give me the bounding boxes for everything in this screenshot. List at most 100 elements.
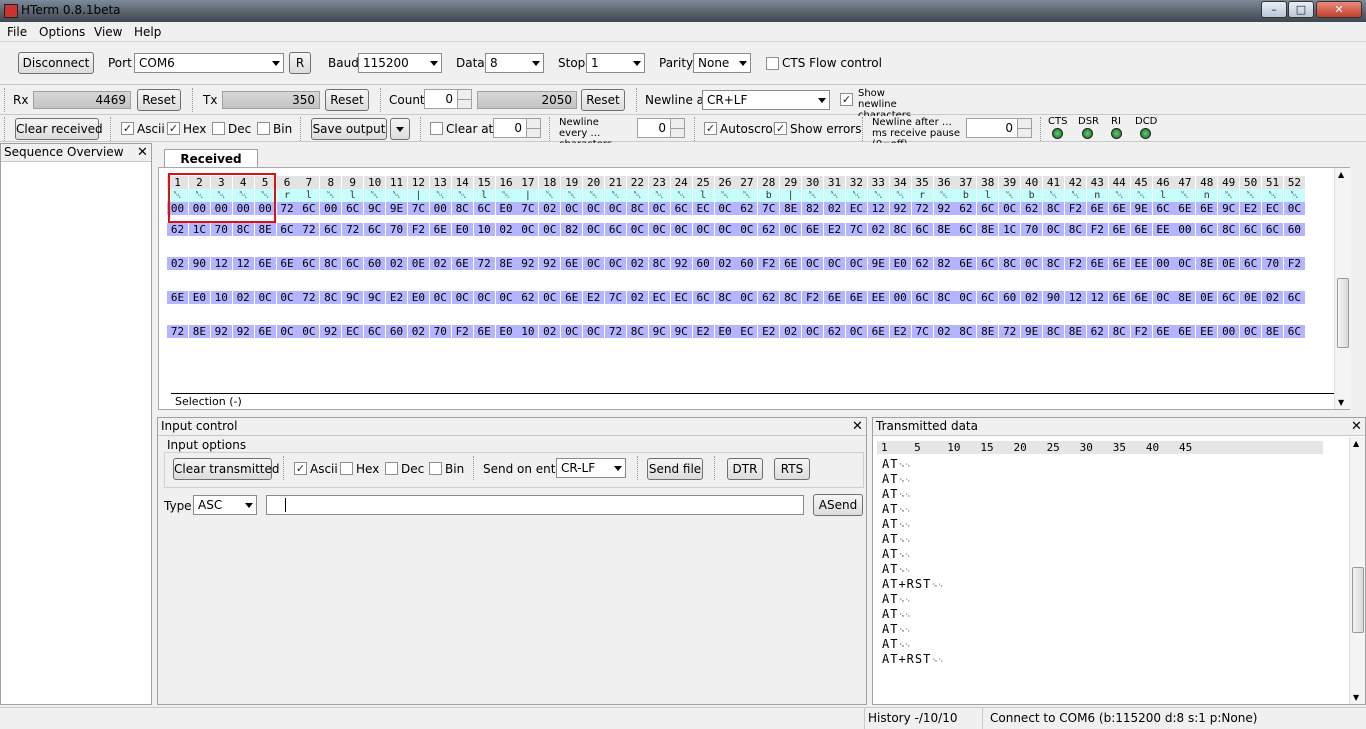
menu-help[interactable]: Help [134, 25, 161, 39]
clear-received-button[interactable]: Clear received [15, 118, 103, 140]
clear-transmitted-button[interactable]: Clear transmitted [173, 458, 279, 480]
hex-cell: 00 [1218, 325, 1240, 338]
rx-reset-button[interactable]: Reset [137, 89, 181, 111]
recv-dec-checkbox[interactable] [212, 122, 225, 135]
parity-select[interactable]: None [693, 53, 751, 73]
crlf-marker: ␍␊ [898, 611, 912, 620]
hex-cell: 8C [780, 291, 802, 304]
hex-cell: 6C [1196, 223, 1218, 236]
hex-cell: 7C [911, 325, 933, 338]
tab-received-data[interactable]: Received Data [164, 149, 258, 184]
hex-cell: E2 [583, 291, 605, 304]
ascii-cell: ␀ [845, 189, 867, 202]
hex-cell: E2 [758, 325, 780, 338]
input-hex-checkbox[interactable] [340, 462, 353, 475]
recv-hex-checkbox[interactable]: ✓ [167, 122, 180, 135]
crlf-marker: ␍␊ [898, 566, 912, 575]
scroll-up-icon[interactable]: ▲ [1353, 439, 1359, 448]
rts-button[interactable]: RTS [774, 458, 810, 480]
hex-cell: 02 [1262, 291, 1283, 304]
asend-button[interactable]: ASend [813, 494, 863, 516]
autoscroll-checkbox[interactable]: ✓ [704, 122, 717, 135]
received-data-view[interactable]: 1 ␀ 00 2 ␀ 00 3 ␀ 00 4 ␀ 00 5 ␀ 00 6 r 72 7 l 6C 8 ␀ 00 9 l 6C 10 ␀ 9… [158, 167, 1350, 410]
transmitted-line: AT␍␊ [882, 622, 911, 636]
ascii-cell: ␀ [1064, 189, 1086, 202]
baud-select[interactable]: 115200 [358, 53, 442, 73]
transmitted-line: AT␍␊ [882, 547, 911, 561]
scroll-thumb[interactable] [1337, 278, 1349, 348]
column-index: 34 [889, 176, 911, 189]
close-button[interactable]: ✕ [1316, 1, 1362, 18]
chevron-down-icon [430, 61, 438, 66]
send-file-button[interactable]: Send file [647, 458, 703, 480]
show-errors-checkbox[interactable]: ✓ [774, 122, 787, 135]
hex-cell: 0C [692, 223, 714, 236]
recv-dec-label: Dec [228, 122, 252, 136]
data-bits-select[interactable]: 8 [485, 53, 544, 73]
menu-view[interactable]: View [94, 25, 122, 39]
input-ascii-checkbox[interactable]: ✓ [294, 462, 307, 475]
scroll-down-icon[interactable]: ▼ [1353, 693, 1359, 702]
hex-cell: 0C [626, 223, 648, 236]
minimize-button[interactable]: – [1261, 1, 1287, 18]
count-reset-button[interactable]: Reset [581, 89, 625, 111]
send-on-enter-select[interactable]: CR-LF [556, 458, 626, 478]
received-scrollbar[interactable]: ▲ ▼ [1334, 168, 1350, 409]
recv-ascii-checkbox[interactable]: ✓ [121, 122, 134, 135]
cts-flow-checkbox[interactable] [766, 57, 779, 70]
hex-cell: 6E [276, 257, 298, 270]
column-index: 33 [867, 176, 889, 189]
disconnect-button[interactable]: Disconnect [18, 52, 94, 74]
ascii-cell: l [298, 189, 320, 202]
hex-cell: 92 [320, 325, 342, 338]
scroll-down-icon[interactable]: ▼ [1338, 398, 1344, 407]
hex-cell: 0E [1196, 291, 1218, 304]
save-output-button[interactable]: Save output [311, 118, 387, 140]
newline-at-select[interactable]: CR+LF [702, 90, 830, 110]
scroll-thumb[interactable] [1352, 567, 1364, 633]
hex-cell: 6E [1086, 202, 1108, 215]
menu-file[interactable]: File [7, 25, 27, 39]
ascii-cell: | [780, 189, 802, 202]
maximize-button[interactable]: □ [1288, 1, 1314, 18]
recv-bin-checkbox[interactable] [257, 122, 270, 135]
tx-reset-button[interactable]: Reset [325, 89, 369, 111]
hex-cell: 6C [1283, 291, 1305, 304]
hex-cell: 60 [364, 257, 386, 270]
transmitted-text: AT [882, 637, 899, 651]
count-stepper[interactable]: 0 [424, 89, 472, 109]
newline-after-stepper[interactable]: 0 [966, 118, 1032, 138]
clear-at-checkbox[interactable] [430, 122, 443, 135]
scroll-up-icon[interactable]: ▲ [1338, 170, 1344, 179]
close-icon[interactable]: ✕ [1351, 420, 1362, 433]
dtr-button[interactable]: DTR [727, 458, 763, 480]
show-newline-checkbox[interactable]: ✓ [840, 93, 853, 106]
send-input[interactable] [266, 495, 804, 515]
transmitted-scrollbar[interactable]: ▲ ▼ [1349, 437, 1365, 704]
save-output-menu-button[interactable] [390, 118, 410, 140]
refresh-ports-button[interactable]: R [289, 52, 311, 74]
hex-cell: 60 [736, 257, 758, 270]
hex-cell: 6C [298, 202, 320, 215]
transmitted-line: AT␍␊ [882, 472, 911, 486]
input-bin-checkbox[interactable] [429, 462, 442, 475]
hex-cell: 0C [1152, 291, 1174, 304]
port-select[interactable]: COM6 [134, 53, 284, 73]
menu-options[interactable]: Options [39, 25, 85, 39]
stop-bits-select[interactable]: 1 [586, 53, 645, 73]
newline-every-stepper[interactable]: 0 [637, 118, 685, 138]
hex-cell: 0C [736, 223, 758, 236]
close-icon[interactable]: ✕ [137, 146, 148, 159]
ascii-cell: n [1086, 189, 1108, 202]
hex-cell: 6C [320, 223, 342, 236]
hex-cell: 1C [999, 223, 1021, 236]
column-index: 17 [517, 176, 539, 189]
clear-at-stepper[interactable]: 0 [493, 118, 541, 138]
type-select[interactable]: ASC [193, 495, 257, 515]
hex-cell: 62 [824, 325, 845, 338]
close-icon[interactable]: ✕ [852, 420, 863, 433]
ascii-cell: l [342, 189, 364, 202]
hex-cell: EC [670, 291, 692, 304]
hex-cell: EE [1152, 223, 1174, 236]
input-dec-checkbox[interactable] [385, 462, 398, 475]
